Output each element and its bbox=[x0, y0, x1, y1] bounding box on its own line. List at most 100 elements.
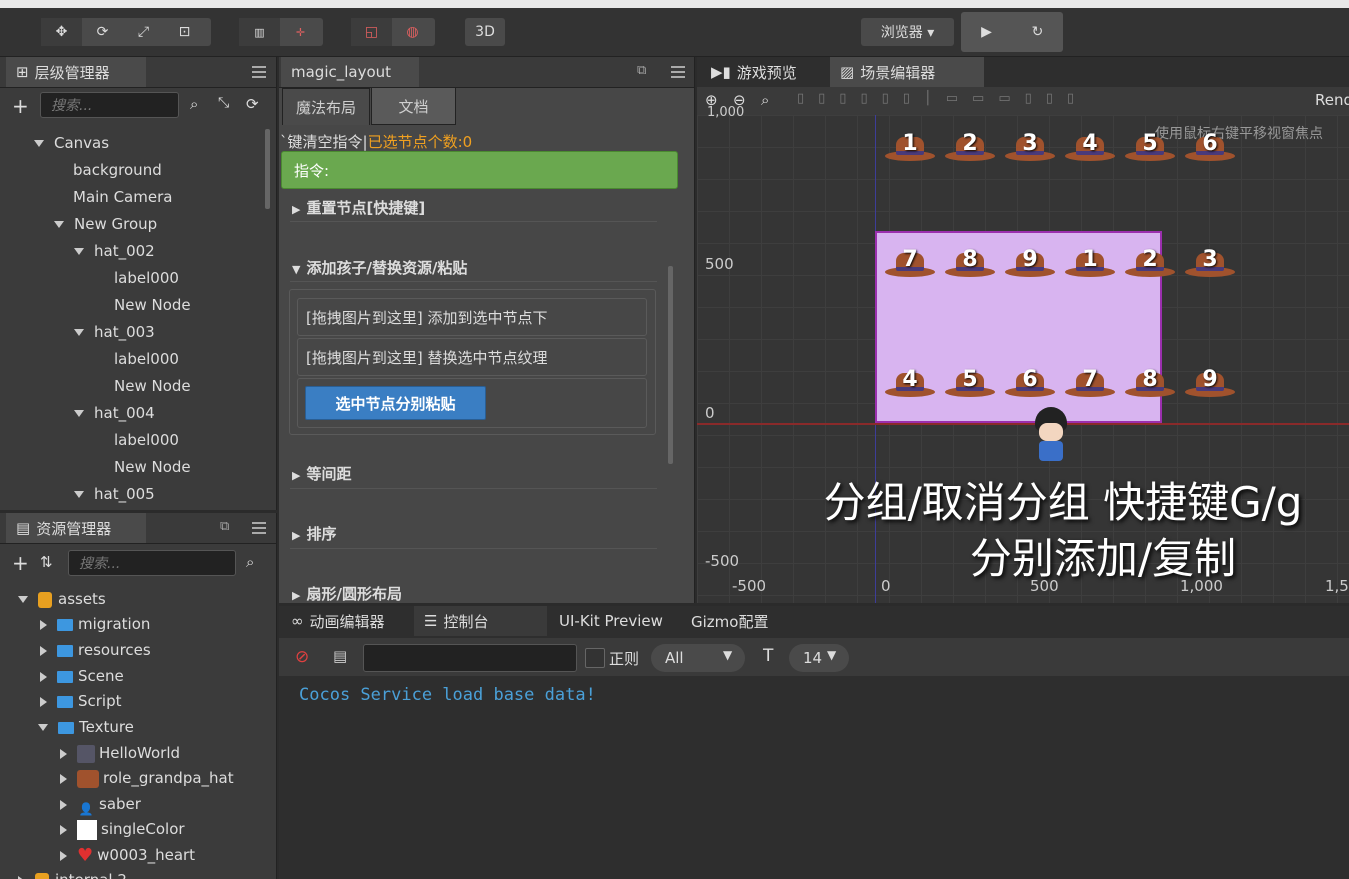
magic-menu-icon[interactable] bbox=[671, 63, 685, 78]
rotate-tool-icon[interactable]: ⟳ bbox=[82, 18, 123, 46]
character-sprite[interactable] bbox=[1027, 407, 1075, 465]
scale-tool-icon[interactable]: ⤢ bbox=[123, 18, 164, 46]
tree-node[interactable]: hat_002 bbox=[74, 238, 155, 264]
search-icon[interactable]: ⌕ bbox=[190, 95, 198, 113]
tab-uikit-preview[interactable]: UI-Kit Preview bbox=[549, 606, 689, 636]
drop-replace-zone[interactable]: [拖拽图片到这里] 替换选中节点纹理 bbox=[297, 338, 647, 376]
asset-item[interactable]: ♥ w0003_heart bbox=[60, 842, 195, 868]
tree-node[interactable]: Canvas bbox=[34, 130, 109, 156]
tree-node[interactable]: New Group bbox=[54, 211, 157, 237]
asset-item[interactable]: assets bbox=[18, 586, 106, 612]
hat-sprite[interactable]: 6 bbox=[1185, 131, 1235, 163]
hat-sprite[interactable]: 9 bbox=[1185, 367, 1235, 399]
play-icon[interactable]: ▶ bbox=[961, 12, 1012, 52]
tab-gizmo-config[interactable]: Gizmo配置 bbox=[681, 606, 801, 636]
asset-item[interactable]: resources bbox=[40, 637, 151, 663]
btn-3d[interactable]: 3D bbox=[465, 18, 505, 46]
hat-sprite[interactable]: 7 bbox=[885, 247, 935, 279]
pivot-icon[interactable]: ▥ bbox=[239, 18, 280, 46]
tab-scene-editor[interactable]: ▨ 场景编辑器 bbox=[830, 57, 984, 87]
tab-doc[interactable]: 文档 bbox=[371, 87, 456, 125]
tab-console[interactable]: ☰ 控制台 bbox=[414, 606, 547, 636]
rect-tool-icon[interactable]: ⊡ bbox=[164, 18, 205, 46]
browser-select[interactable]: 浏览器 ▾ bbox=[861, 18, 954, 46]
tree-node[interactable]: label000 bbox=[114, 265, 179, 291]
hierarchy-menu-icon[interactable] bbox=[252, 63, 266, 78]
tab-magic-layout-sub[interactable]: 魔法布局 bbox=[282, 88, 370, 125]
tree-node[interactable]: hat_004 bbox=[74, 400, 155, 426]
clear-icon[interactable]: ⊘ bbox=[295, 647, 309, 667]
move-tool-icon[interactable]: ✥ bbox=[41, 18, 82, 46]
paste-button[interactable]: 选中节点分别粘贴 bbox=[305, 386, 486, 420]
add-node-icon[interactable]: + bbox=[12, 94, 29, 118]
hat-sprite[interactable]: 3 bbox=[1005, 131, 1055, 163]
hat-sprite[interactable]: 8 bbox=[945, 247, 995, 279]
tree-node[interactable]: hat_003 bbox=[74, 319, 155, 345]
tree-node[interactable]: hat_005 bbox=[74, 481, 155, 507]
tab-assets[interactable]: ▤ 资源管理器 bbox=[6, 513, 146, 543]
tree-node[interactable]: label000 bbox=[114, 346, 179, 372]
tree-node[interactable]: label000 bbox=[114, 427, 179, 453]
section-circle[interactable]: ▶ 扇形/圆形布局 bbox=[292, 583, 402, 604]
asset-item[interactable]: Script bbox=[40, 688, 122, 714]
hierarchy-search-input[interactable]: 搜索... bbox=[40, 92, 179, 118]
asset-item[interactable]: 👤 saber bbox=[60, 791, 141, 817]
tree-node[interactable]: Main Camera bbox=[73, 184, 172, 210]
assets-search-input[interactable]: 搜索... bbox=[68, 550, 236, 576]
add-asset-icon[interactable]: + bbox=[12, 551, 29, 575]
tree-node[interactable]: background bbox=[73, 157, 162, 183]
log-level-select[interactable]: All ▼ bbox=[651, 644, 745, 672]
hat-sprite[interactable]: 8 bbox=[1125, 367, 1175, 399]
hat-sprite[interactable]: 1 bbox=[885, 131, 935, 163]
section-sort[interactable]: ▶ 排序 bbox=[292, 523, 336, 544]
tree-node[interactable]: New Node bbox=[114, 454, 191, 480]
tab-game-preview[interactable]: ▶▮ 游戏预览 bbox=[701, 57, 847, 87]
refresh-icon[interactable]: ↻ bbox=[1012, 12, 1063, 52]
hat-sprite[interactable]: 5 bbox=[945, 367, 995, 399]
tab-magic-layout[interactable]: magic_layout bbox=[281, 57, 419, 87]
regex-checkbox[interactable] bbox=[585, 648, 605, 668]
tab-hierarchy[interactable]: ⊞ 层级管理器 bbox=[6, 57, 146, 87]
search-icon[interactable]: ⌕ bbox=[246, 553, 254, 571]
popout-icon[interactable]: ⧉ bbox=[220, 519, 229, 534]
hat-sprite[interactable]: 9 bbox=[1005, 247, 1055, 279]
hat-sprite[interactable]: 2 bbox=[945, 131, 995, 163]
popout-icon[interactable]: ⧉ bbox=[637, 63, 646, 78]
section-reset[interactable]: ▶ 重置节点[快捷键] bbox=[292, 197, 425, 218]
hierarchy-scrollbar[interactable] bbox=[265, 129, 270, 209]
hat-sprite[interactable]: 3 bbox=[1185, 247, 1235, 279]
section-add[interactable]: ▼ 添加孩子/替换资源/粘贴 bbox=[292, 257, 467, 278]
hat-sprite[interactable]: 4 bbox=[1065, 131, 1115, 163]
asset-item[interactable]: Texture bbox=[38, 714, 134, 740]
hat-sprite[interactable]: 7 bbox=[1065, 367, 1115, 399]
console-filter-input[interactable] bbox=[363, 644, 577, 672]
assets-menu-icon[interactable] bbox=[252, 519, 266, 534]
font-size-select[interactable]: 14 ▼ bbox=[789, 644, 849, 672]
hat-sprite[interactable]: 2 bbox=[1125, 247, 1175, 279]
asset-item[interactable]: singleColor bbox=[60, 816, 185, 842]
hat-sprite[interactable]: 4 bbox=[885, 367, 935, 399]
open-log-icon[interactable]: ▤ bbox=[333, 647, 347, 665]
refresh-icon[interactable]: ⟳ bbox=[246, 95, 259, 113]
align-icons[interactable]: ▯▯▯▯▯▯│▭▭▭▯▯▯ bbox=[797, 91, 1088, 106]
drop-add-zone[interactable]: [拖拽图片到这里] 添加到选中节点下 bbox=[297, 298, 647, 336]
command-bar[interactable]: 指令: bbox=[281, 151, 678, 189]
hat-sprite[interactable]: 5 bbox=[1125, 131, 1175, 163]
tab-animation-editor[interactable]: ∞ 动画编辑器 bbox=[281, 606, 421, 636]
sort-icon[interactable]: ⇅ bbox=[40, 553, 53, 571]
collapse-icon[interactable]: ⤡ bbox=[218, 95, 229, 111]
zoom-fit-icon[interactable]: ⌕ bbox=[761, 91, 769, 109]
asset-item[interactable]: HelloWorld bbox=[60, 740, 180, 766]
hat-sprite[interactable]: 1 bbox=[1065, 247, 1115, 279]
global-space-icon[interactable]: ◍ bbox=[392, 18, 433, 46]
asset-item[interactable]: Scene bbox=[40, 663, 124, 689]
tree-node[interactable]: New Node bbox=[114, 292, 191, 318]
asset-item[interactable]: internal 2 bbox=[18, 867, 127, 879]
center-icon[interactable]: ✛ bbox=[280, 18, 321, 46]
tree-node[interactable]: New Node bbox=[114, 373, 191, 399]
section-spacing[interactable]: ▶ 等间距 bbox=[292, 463, 351, 484]
asset-item[interactable]: migration bbox=[40, 611, 150, 637]
magic-scrollbar[interactable] bbox=[668, 266, 673, 464]
hat-sprite[interactable]: 6 bbox=[1005, 367, 1055, 399]
asset-item[interactable]: role_grandpa_hat bbox=[60, 765, 234, 791]
